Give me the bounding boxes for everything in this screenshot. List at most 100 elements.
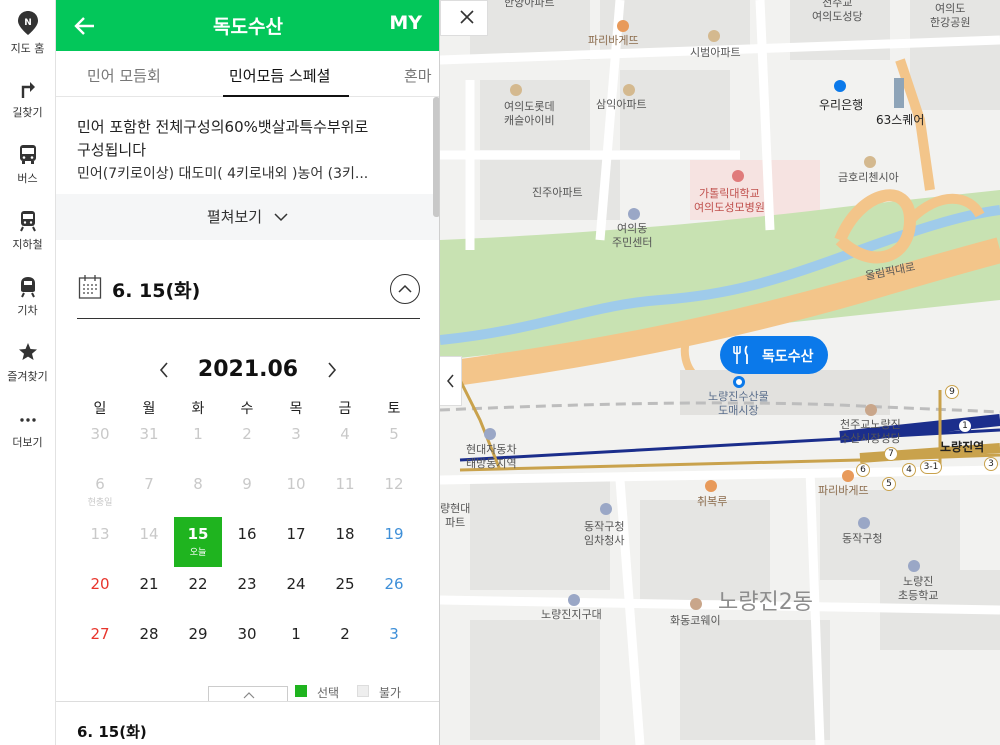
calendar-day[interactable]: 23: [223, 567, 271, 617]
hospital-icon[interactable]: [732, 170, 744, 182]
panel-scrollbar[interactable]: [433, 97, 439, 217]
day-number: 1: [193, 425, 203, 443]
weekday-label: 화: [191, 401, 205, 417]
calendar-day: 5: [370, 417, 418, 467]
day-number: 16: [237, 525, 257, 543]
restaurant-icon[interactable]: [617, 20, 629, 32]
calendar-day[interactable]: 24: [272, 567, 320, 617]
school-icon[interactable]: [908, 560, 920, 572]
shop-icon[interactable]: [690, 598, 702, 610]
apartment-icon[interactable]: [510, 84, 522, 96]
map-close-button[interactable]: [440, 0, 488, 36]
rail-label: 즐겨찾기: [7, 370, 48, 383]
my-button[interactable]: MY: [389, 12, 422, 34]
subway-line-badge: 1: [958, 419, 972, 433]
menu-tabs: 민어 모듬회 민어모듬 스페셜 혼마: [56, 51, 439, 97]
map-view[interactable]: 한양아파트 파리바게뜨 천주교 여의도성당 여의도 한강공원 시범아파트 여의도…: [440, 0, 1000, 745]
apartment-icon[interactable]: [708, 30, 720, 42]
map-label: 천주교노량진 수산시장성당: [840, 418, 901, 445]
calendar-day[interactable]: 16: [223, 517, 271, 567]
day-note: 오늘: [189, 548, 207, 558]
collapse-calendar-button[interactable]: [390, 274, 420, 304]
map-label: 현대자동차 태방동지역: [466, 443, 517, 470]
map-label: 파리바게뜨: [588, 34, 639, 47]
calendar-day[interactable]: 27: [76, 617, 124, 667]
calendar-day[interactable]: 30: [223, 617, 271, 667]
calendar-day[interactable]: 15 오늘: [174, 517, 222, 567]
calendar-day[interactable]: 28: [125, 617, 173, 667]
calendar-day: 30: [76, 417, 124, 467]
close-icon: [460, 10, 474, 24]
place-pin[interactable]: 독도수산: [720, 336, 828, 374]
rail-item-bus[interactable]: 버스: [0, 134, 55, 198]
restaurant-icon: [733, 345, 748, 364]
calendar-day[interactable]: 17: [272, 517, 320, 567]
chevron-right-icon[interactable]: [324, 360, 340, 380]
day-number: 30: [237, 625, 257, 643]
rail-label: 버스: [17, 172, 38, 185]
drawer-handle[interactable]: [208, 686, 288, 702]
day-number: 20: [90, 575, 110, 593]
map-label: 금호리첸시아: [838, 171, 899, 184]
day-number: 3: [291, 425, 301, 443]
government-icon[interactable]: [858, 517, 870, 529]
bank-icon[interactable]: [834, 80, 846, 92]
place-title: 독도수산: [213, 16, 283, 38]
day-number: 7: [144, 475, 154, 493]
calendar-day[interactable]: 1: [272, 617, 320, 667]
legend-selected-swatch: [295, 685, 307, 697]
calendar-day: 4: [321, 417, 369, 467]
directions-icon: [21, 82, 35, 98]
government-icon[interactable]: [600, 503, 612, 515]
government-icon[interactable]: [628, 208, 640, 220]
day-number: 4: [340, 425, 350, 443]
rail-item-favorites[interactable]: 즐겨찾기: [0, 332, 55, 396]
map-label: 여의도롯데 캐슬아이비: [504, 100, 555, 127]
day-number: 21: [139, 575, 159, 593]
rail-label: 더보기: [12, 436, 43, 449]
rail-item-subway[interactable]: 지하철: [0, 200, 55, 264]
day-number: 14: [139, 525, 159, 543]
rail-item-directions[interactable]: 길찾기: [0, 68, 55, 132]
tab-honma[interactable]: 혼마: [404, 65, 432, 86]
map-label: 삼익아파트: [596, 98, 647, 111]
calendar-day[interactable]: 2: [321, 617, 369, 667]
panel-toggle-button[interactable]: [440, 356, 462, 406]
tab-minuh-moduem[interactable]: 민어 모듬회: [87, 65, 161, 86]
map-label: 노량진지구대: [541, 608, 602, 621]
day-number: 2: [340, 625, 350, 643]
rail-item-more[interactable]: 더보기: [0, 398, 55, 462]
star-icon: [18, 343, 37, 360]
calendar-day[interactable]: 20: [76, 567, 124, 617]
subway-icon: [19, 211, 36, 232]
calendar-day[interactable]: 18: [321, 517, 369, 567]
restaurant-icon[interactable]: [842, 470, 854, 482]
tab-minuh-special[interactable]: 민어모듬 스페셜: [229, 65, 330, 86]
description-line: 민어(7키로이상) 대도미( 4키로내외 )농어 (3키...: [77, 166, 369, 182]
calendar-day: 11: [321, 467, 369, 517]
apartment-icon[interactable]: [623, 84, 635, 96]
church-icon[interactable]: [865, 404, 877, 416]
map-label: 진주아파트: [532, 186, 583, 199]
calendar-day[interactable]: 26: [370, 567, 418, 617]
map-home-icon: N: [17, 11, 38, 35]
legend-unavailable-label: 불가: [379, 686, 402, 700]
rail-item-map-home[interactable]: N 지도 홈: [0, 2, 55, 66]
calendar-day[interactable]: 25: [321, 567, 369, 617]
day-number: 24: [286, 575, 306, 593]
company-icon[interactable]: [484, 428, 496, 440]
calendar-day[interactable]: 22: [174, 567, 222, 617]
day-number: 29: [188, 625, 208, 643]
calendar-day[interactable]: 21: [125, 567, 173, 617]
rail-item-train[interactable]: 기차: [0, 266, 55, 330]
apartment-icon[interactable]: [864, 156, 876, 168]
calendar-day[interactable]: 29: [174, 617, 222, 667]
day-number: 30: [90, 425, 110, 443]
expand-button[interactable]: 펼쳐보기: [56, 194, 439, 240]
map-label: 동작구청 임차청사: [584, 520, 625, 547]
calendar-day: 3: [272, 417, 320, 467]
calendar-day[interactable]: 3: [370, 617, 418, 667]
restaurant-icon[interactable]: [705, 480, 717, 492]
calendar-day[interactable]: 19: [370, 517, 418, 567]
police-icon[interactable]: [568, 594, 580, 606]
